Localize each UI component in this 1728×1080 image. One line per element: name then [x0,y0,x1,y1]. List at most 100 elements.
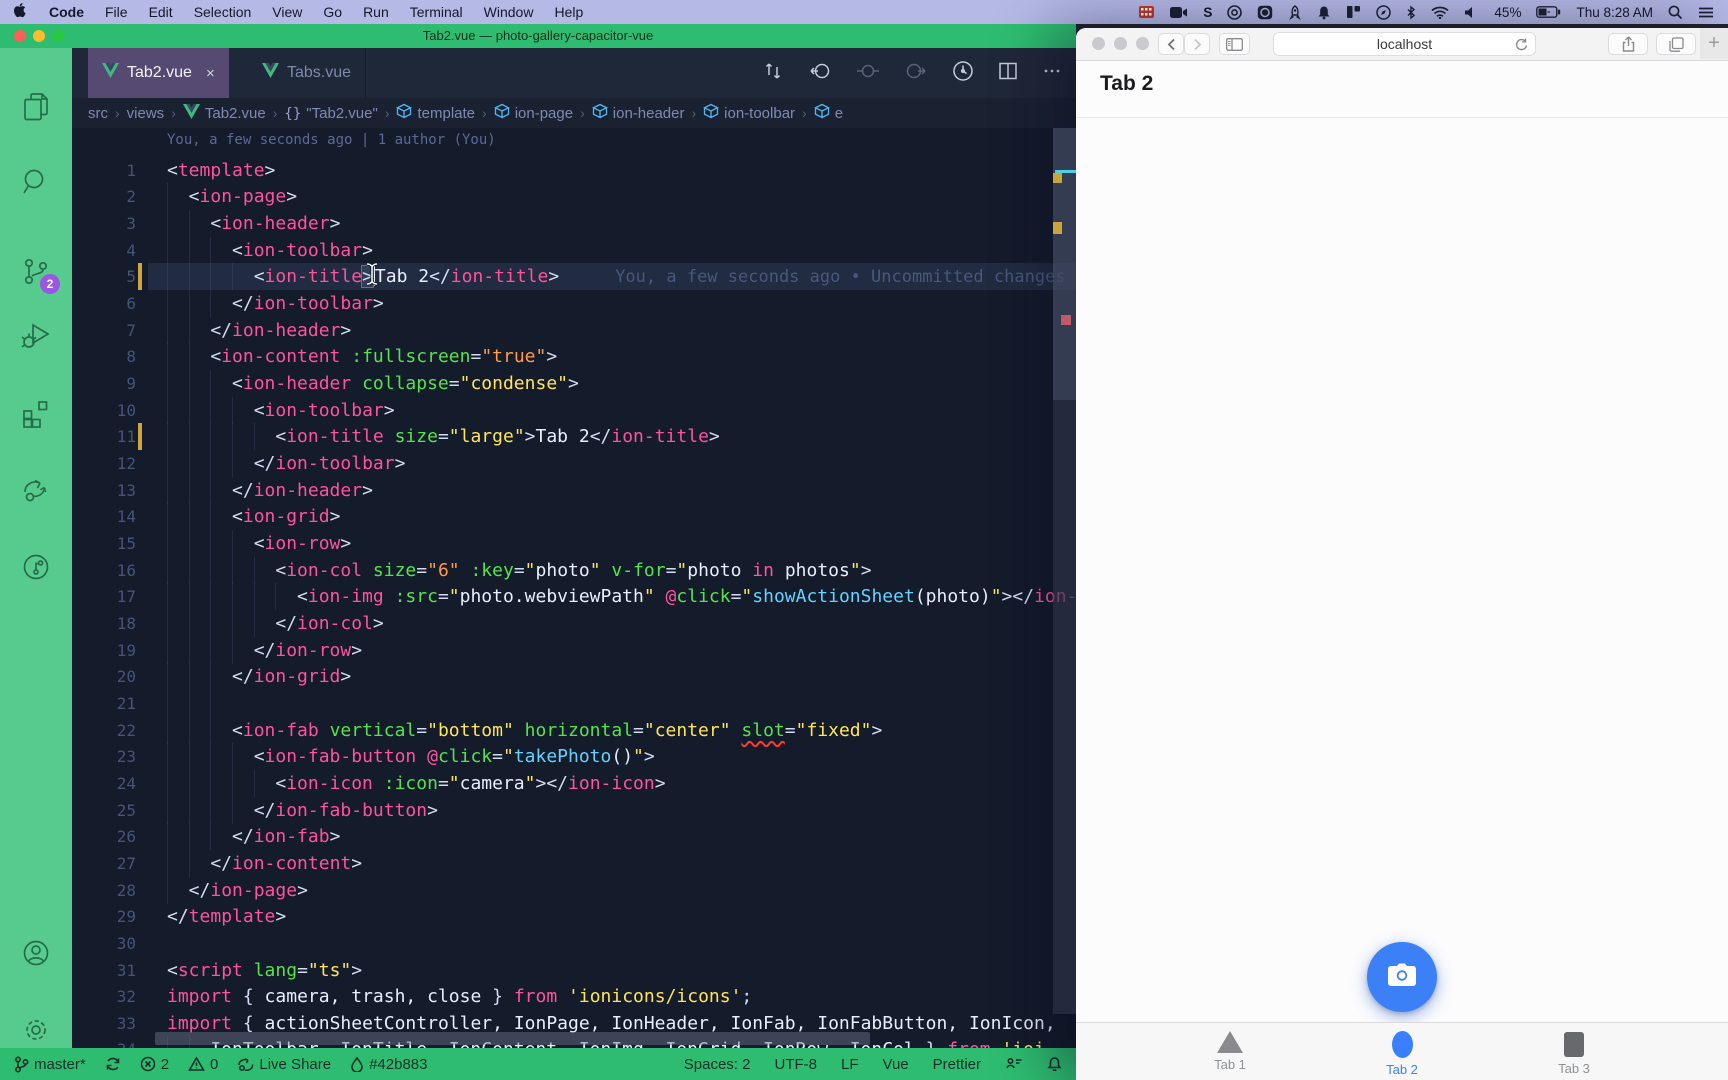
vscode-titlebar[interactable]: Tab2.vue — photo-gallery-capacitor-vue [0,24,1076,48]
statusbar-0[interactable]: 0 [188,1056,218,1073]
code-line-12[interactable]: </ion-toolbar> [167,450,405,477]
window-manager-icon[interactable] [1346,5,1361,19]
activitybar-search-icon[interactable] [0,158,72,206]
menu-clock[interactable]: Thu 8:28 AM [1576,5,1653,20]
battery-icon[interactable] [1536,6,1561,18]
statusbar-2[interactable]: 2 [140,1056,169,1073]
safari-close-button[interactable] [1092,37,1105,50]
close-tab-icon[interactable]: × [206,65,215,82]
code-line-4[interactable]: <ion-toolbar> [167,237,373,264]
forward-button[interactable] [1184,33,1210,55]
menu-item-code[interactable]: Code [49,4,84,20]
code-line-5[interactable]: <ion-title>Tab 2</ion-title>You, a few s… [167,263,1066,290]
activitybar-debug-icon[interactable] [0,312,72,360]
new-tab-button[interactable]: + [1700,28,1728,59]
breadcrumb-item[interactable]: src [88,105,108,122]
timeline-run-icon[interactable] [952,60,974,87]
apple-icon[interactable] [14,3,28,22]
code-line-10[interactable]: <ion-toolbar> [167,397,395,424]
activitybar-account-icon[interactable] [0,929,72,977]
code-line-18[interactable]: </ion-col> [167,610,384,637]
share-icon[interactable] [1608,33,1648,55]
activitybar-timeline-icon[interactable] [0,543,72,591]
activitybar-source-control-icon[interactable]: 2 [0,248,72,296]
code-line-2[interactable]: <ion-page> [167,183,297,210]
code-line-25[interactable]: </ion-fab-button> [167,797,438,824]
codelens-annotation[interactable]: You, a few seconds ago | 1 author (You) [167,132,496,148]
statusbar-prettier[interactable]: Prettier [933,1056,981,1073]
compare-changes-icon[interactable] [762,60,784,87]
statusbar-sync-icon[interactable] [105,1056,121,1072]
ionic-tab-tab-1[interactable]: Tab 1 [1170,1023,1290,1080]
camera-menu-icon[interactable] [1170,6,1188,19]
code-line-21[interactable] [167,690,232,717]
breadcrumb-item[interactable]: ion-header [592,103,685,123]
address-bar[interactable]: localhost [1273,32,1536,56]
breadcrumb-item[interactable]: views [127,105,165,122]
statusbar-utf-8[interactable]: UTF-8 [774,1056,817,1073]
safari-minimize-button[interactable] [1114,37,1127,50]
code-line-1[interactable]: <template> [167,157,275,184]
code-line-28[interactable]: </ion-page> [167,877,308,904]
activitybar-settings-icon[interactable] [0,1006,72,1054]
navigate-back-icon[interactable] [808,60,832,87]
code-line-22[interactable]: <ion-fab vertical="bottom" horizontal="c… [167,717,882,744]
statusbar-lf[interactable]: LF [841,1056,859,1073]
nav-dot-icon[interactable] [856,60,880,87]
breadcrumb-item[interactable]: e [814,103,843,123]
editor-tab-tabs.vue[interactable]: Tabs.vue [248,48,366,98]
wifi-icon[interactable] [1431,6,1449,19]
statusbar-cast-icon[interactable] [1005,1056,1023,1072]
activitybar-extensions-icon[interactable] [0,390,72,438]
menu-item-go[interactable]: Go [323,4,342,20]
menu-item-help[interactable]: Help [554,4,583,20]
code-line-9[interactable]: <ion-header collapse="condense"> [167,370,579,397]
spotlight-search-icon[interactable] [1668,5,1683,20]
rocket-icon[interactable] [1288,5,1302,20]
statusbar-master-[interactable]: master* [14,1056,86,1073]
code-line-26[interactable]: </ion-fab> [167,823,340,850]
reload-icon[interactable] [1514,36,1529,58]
control-center-icon[interactable] [1698,6,1714,19]
notifications-bell-icon[interactable] [1317,5,1331,20]
code-line-27[interactable]: </ion-content> [167,850,362,877]
menu-item-edit[interactable]: Edit [149,4,173,20]
editor-tab-tab2.vue[interactable]: Tab2.vue× [88,48,229,98]
statusbar--42b883[interactable]: #42b883 [350,1056,427,1073]
code-line-11[interactable]: <ion-title size="large">Tab 2</ion-title… [167,423,720,450]
volume-icon[interactable] [1464,6,1479,19]
navigate-forward-icon[interactable] [904,60,928,87]
breadcrumb-item[interactable]: {}"Tab2.vue" [284,105,377,122]
menu-item-window[interactable]: Window [484,4,534,20]
statusbar-bell-icon[interactable] [1047,1056,1062,1072]
ionic-tab-tab-3[interactable]: Tab 3 [1514,1023,1634,1080]
code-line-20[interactable]: </ion-grid> [167,663,351,690]
menu-item-terminal[interactable]: Terminal [410,4,463,20]
breadcrumb-item[interactable]: template [396,103,475,123]
code-line-8[interactable]: <ion-content :fullscreen="true"> [167,343,557,370]
activitybar-liveshare-icon[interactable] [0,466,72,514]
menu-item-run[interactable]: Run [363,4,389,20]
split-editor-icon[interactable] [998,61,1018,86]
back-button[interactable] [1158,33,1184,55]
statusbar-spaces-2[interactable]: Spaces: 2 [684,1056,751,1073]
code-line-19[interactable]: </ion-row> [167,637,362,664]
camera-fab-button[interactable] [1367,942,1437,1012]
bluetooth-icon[interactable] [1406,5,1416,20]
code-line-3[interactable]: <ion-header> [167,210,340,237]
compass-icon[interactable] [1376,5,1391,20]
code-line-16[interactable]: <ion-col size="6" :key="photo" v-for="ph… [167,557,872,584]
code-line-15[interactable]: <ion-row> [167,530,351,557]
code-line-17[interactable]: <ion-img :src="photo.webviewPath" @click… [167,583,1076,610]
code-line-31[interactable]: <script lang="ts"> [167,957,362,984]
code-line-24[interactable]: <ion-icon :icon="camera"></ion-icon> [167,770,666,797]
breadcrumb-item[interactable]: ion-page [494,103,573,123]
more-actions-icon[interactable] [1042,61,1062,86]
breadcrumb-item[interactable]: ion-toolbar [703,103,795,123]
code-line-13[interactable]: </ion-header> [167,477,373,504]
menu-item-selection[interactable]: Selection [194,4,252,20]
activitybar-files-icon[interactable] [0,83,72,131]
sidebar-toggle-icon[interactable] [1219,33,1250,55]
code-line-29[interactable]: </template> [167,903,286,930]
statusbar-vue[interactable]: Vue [883,1056,909,1073]
